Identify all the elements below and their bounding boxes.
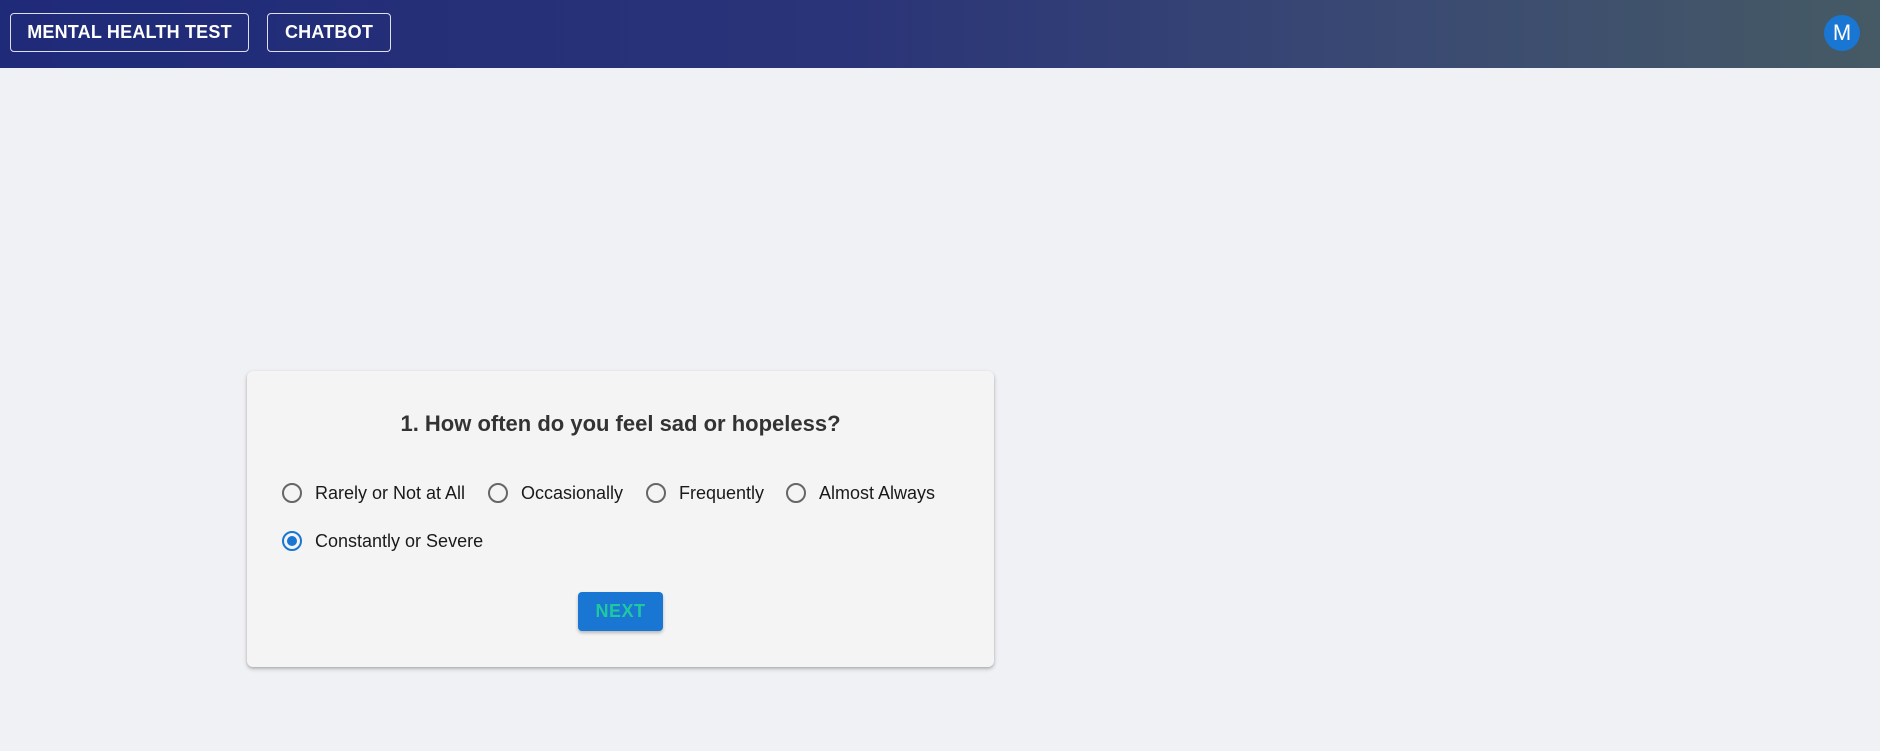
question-card: 1. How often do you feel sad or hopeless… [247, 371, 994, 667]
option-label: Constantly or Severe [315, 530, 484, 551]
next-button[interactable]: NEXT [578, 592, 663, 631]
radio-button[interactable] [646, 483, 666, 503]
option-rarely[interactable]: Rarely or Not at All [282, 478, 465, 508]
top-navigation-bar: MENTAL HEALTH TEST CHATBOT M [0, 0, 1880, 68]
radio-button[interactable] [282, 483, 302, 503]
radio-button-selected[interactable] [282, 531, 302, 551]
question-title: 1. How often do you feel sad or hopeless… [400, 411, 841, 436]
option-almost-always[interactable]: Almost Always [786, 478, 935, 508]
mental-health-test-button[interactable]: MENTAL HEALTH TEST [10, 13, 249, 52]
option-occasionally[interactable]: Occasionally [488, 478, 623, 508]
chatbot-button[interactable]: CHATBOT [267, 13, 391, 52]
avatar[interactable]: M [1824, 15, 1860, 51]
option-constantly[interactable]: Constantly or Severe [282, 526, 483, 556]
radio-button[interactable] [786, 483, 806, 503]
radio-button[interactable] [488, 483, 508, 503]
option-label: Frequently [679, 482, 765, 503]
option-label: Almost Always [819, 482, 936, 503]
option-label: Rarely or Not at All [315, 482, 466, 503]
option-label: Occasionally [521, 482, 624, 503]
option-frequently[interactable]: Frequently [646, 478, 764, 508]
